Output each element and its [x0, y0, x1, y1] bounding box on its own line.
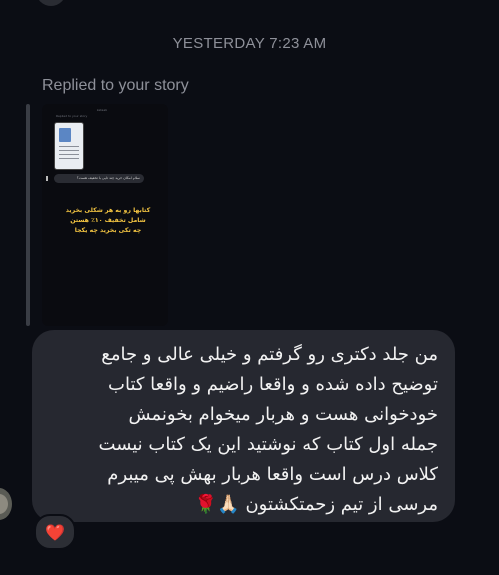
story-book-image [54, 122, 84, 170]
story-overlay-line: کتابها رو به هر شکلی بخرید [65, 207, 151, 214]
story-dot [46, 176, 48, 181]
story-overlay-line: شامل تخفیف ۱۰٪ هستن [70, 217, 146, 224]
avatar[interactable] [0, 488, 12, 520]
story-reply-caption: Replied to your story [56, 114, 88, 118]
heart-icon: ❤️ [45, 522, 65, 542]
top-partial-avatar [36, 0, 66, 6]
story-mini-bubble: سلام امکان خرید چند تایی با تخفیف هست؟ [54, 174, 144, 183]
reply-indicator-bar [26, 104, 30, 326]
message-text: من جلد دکتری رو گرفتم و خیلی عالی و جامع… [98, 344, 438, 515]
story-overlay-text: کتابها رو به هر شکلی بخرید شامل تخفیف ۱۰… [58, 206, 158, 236]
story-overlay-line: چه تکی بخرید چه یکجا [74, 227, 142, 234]
story-thumbnail[interactable]: ketaab Replied to your story سلام امکان … [42, 104, 168, 326]
reply-context-label: Replied to your story [42, 77, 189, 94]
message-timestamp: YESTERDAY 7:23 AM [172, 35, 327, 52]
reaction-badge[interactable]: ❤️ [34, 514, 76, 550]
